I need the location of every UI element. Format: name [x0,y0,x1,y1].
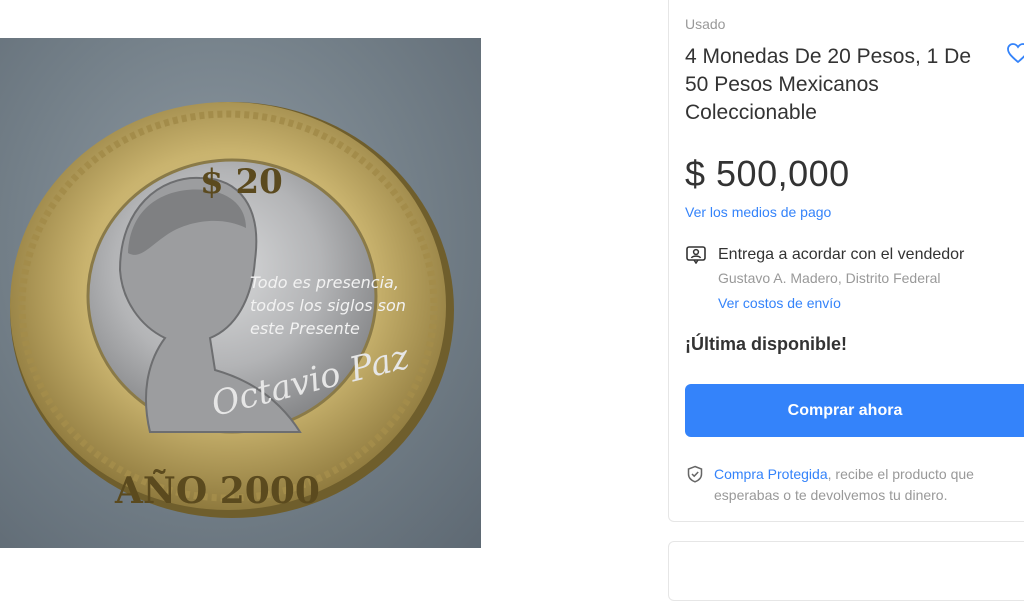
product-title: 4 Monedas De 20 Pesos, 1 De 50 Pesos Mex… [685,45,972,124]
product-price: $ 500,000 [685,153,850,194]
coin-quote-2: todos los siglos son [250,296,406,315]
heart-icon[interactable] [1006,42,1024,64]
stock-status: ¡Última disponible! [685,334,847,354]
coin-quote-3: este Presente [250,319,360,338]
product-gallery: $ 20 Todo es presencia, todos los siglos… [0,0,640,576]
item-condition: Usado [685,16,726,32]
coin-denomination: $ 20 [200,162,283,202]
protected-purchase-link[interactable]: Compra Protegida [714,466,828,482]
coin-year: AÑO 2000 [114,470,320,512]
shield-check-icon [687,465,703,483]
coin-quote-1: Todo es presencia, [250,273,399,292]
coin-photo: $ 20 Todo es presencia, todos los siglos… [10,102,454,518]
product-image[interactable]: $ 20 Todo es presencia, todos los siglos… [0,38,481,548]
purchase-protection: Compra Protegida, recibe el producto que… [714,464,1004,506]
payment-methods-link[interactable]: Ver los medios de pago [685,204,831,220]
buy-now-button[interactable]: Comprar ahora [685,384,1024,437]
shipping-costs-link[interactable]: Ver costos de envío [718,295,841,311]
delivery-location: Gustavo A. Madero, Distrito Federal [718,270,941,286]
secondary-card [668,541,1024,601]
person-pin-icon [686,246,706,264]
delivery-method: Entrega a acordar con el vendedor [718,246,965,263]
